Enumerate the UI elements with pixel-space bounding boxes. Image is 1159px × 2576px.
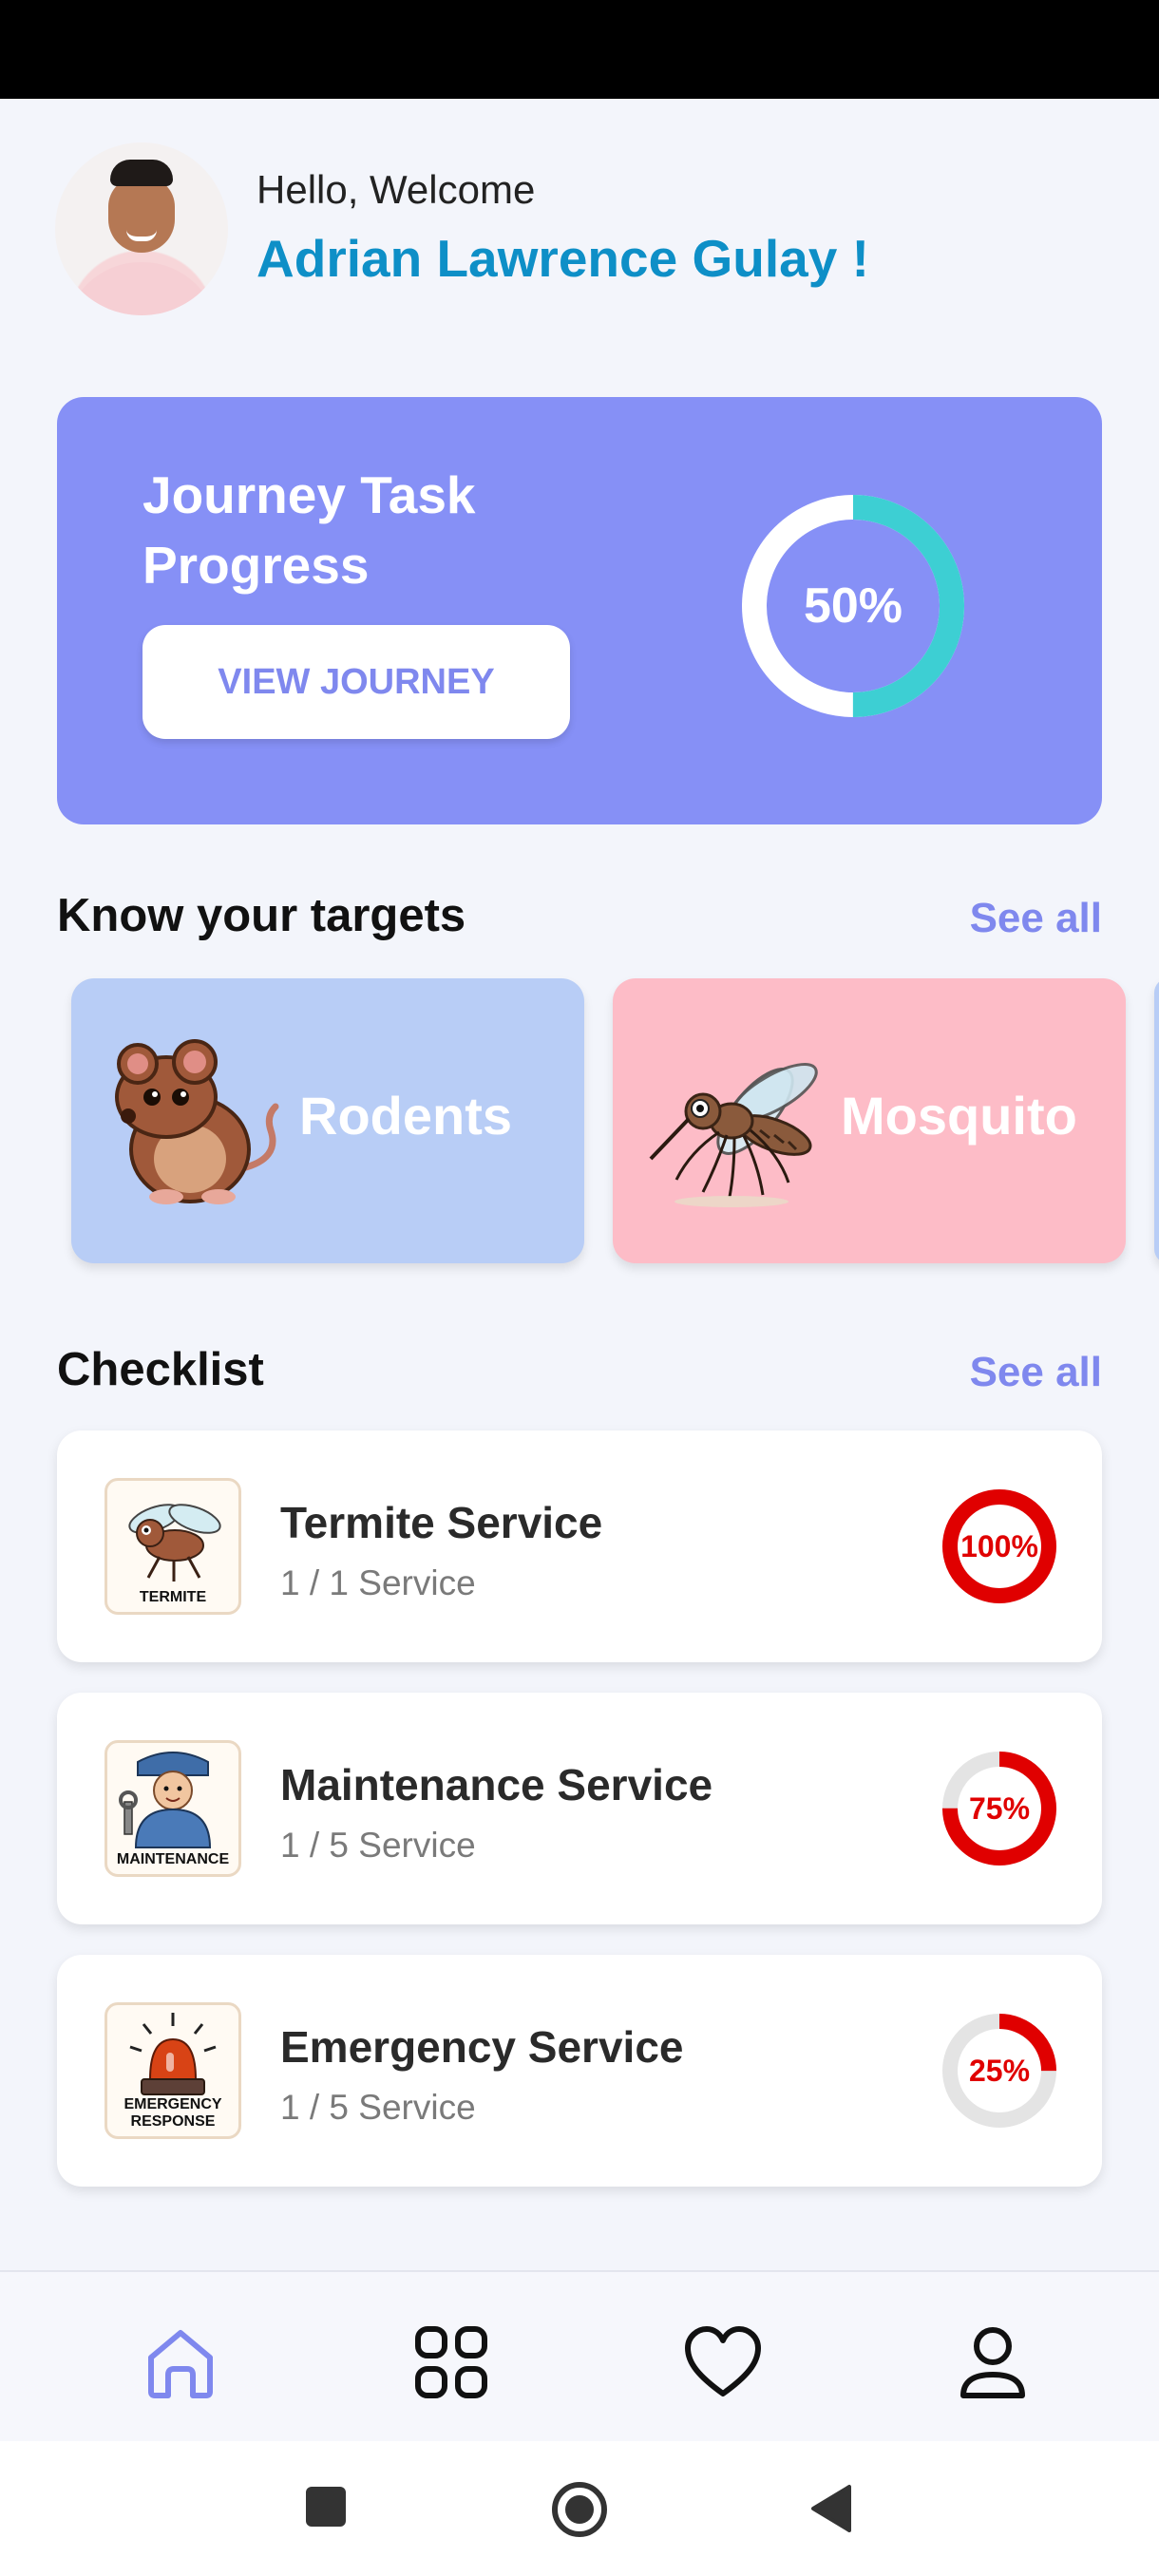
target-label-mosquito: Mosquito xyxy=(841,1086,1077,1146)
journey-progress-label: 50% xyxy=(803,578,903,634)
checklist-progress-label: 75% xyxy=(968,1791,1031,1826)
termite-thumbnail: TERMITE xyxy=(104,1478,241,1615)
back-button-icon[interactable] xyxy=(808,2483,855,2534)
profile-icon[interactable] xyxy=(950,2320,1036,2405)
journey-progress-card: Journey Task Progress VIEW JOURNEY 50% xyxy=(57,397,1102,824)
maintenance-thumbnail: MAINTENANCE xyxy=(104,1740,241,1877)
target-card-mosquito[interactable]: Mosquito xyxy=(613,978,1126,1263)
rodent-icon xyxy=(115,1039,279,1204)
bottom-navigation xyxy=(0,2270,1159,2441)
apps-grid-icon[interactable] xyxy=(408,2320,494,2405)
targets-see-all-link[interactable]: See all xyxy=(970,895,1102,942)
view-journey-button[interactable]: VIEW JOURNEY xyxy=(142,625,570,739)
home-icon[interactable] xyxy=(138,2320,223,2405)
checklist-progress-label: 100% xyxy=(960,1529,1038,1563)
welcome-header: Hello, Welcome Adrian Lawrence Gulay ! xyxy=(55,142,1100,315)
journey-title: Journey Task Progress xyxy=(142,465,476,595)
system-navigation-bar xyxy=(0,2441,1159,2576)
checklist-item-count: 1 / 5 Service xyxy=(280,2088,476,2127)
checklist-section-title: Checklist xyxy=(57,1344,264,1395)
mosquito-icon xyxy=(649,1063,818,1207)
target-card-next[interactable] xyxy=(1154,978,1159,1263)
emergency-thumbnail: EMERGENCY RESPONSE xyxy=(104,2002,241,2139)
checklist-item-name: Maintenance Service xyxy=(280,1760,713,1809)
user-name: Adrian Lawrence Gulay ! xyxy=(256,229,869,288)
checklist-item-count: 1 / 5 Service xyxy=(280,1826,476,1865)
checklist-card-emergency[interactable]: EMERGENCY RESPONSE Emergency Service 1 /… xyxy=(57,1955,1102,2187)
checklist-see-all-link[interactable]: See all xyxy=(970,1349,1102,1396)
checklist-card-maintenance[interactable]: MAINTENANCE Maintenance Service 1 / 5 Se… xyxy=(57,1693,1102,1924)
checklist-item-name: Termite Service xyxy=(280,1498,603,1547)
home-button-icon[interactable] xyxy=(549,2479,610,2540)
avatar[interactable] xyxy=(55,142,228,315)
heart-icon[interactable] xyxy=(680,2320,766,2405)
target-label-rodents: Rodents xyxy=(299,1086,512,1146)
checklist-progress-label: 25% xyxy=(968,2054,1031,2088)
emergency-caption: EMERGENCY RESPONSE xyxy=(124,2096,222,2130)
target-card-rodents[interactable]: Rodents xyxy=(71,978,584,1263)
checklist-card-termite[interactable]: TERMITE Termite Service 1 / 1 Service 10… xyxy=(57,1430,1102,1662)
greeting-text: Hello, Welcome xyxy=(256,167,536,212)
termite-caption: TERMITE xyxy=(139,1589,207,1605)
status-bar xyxy=(0,0,1159,99)
maintenance-caption: MAINTENANCE xyxy=(116,1851,230,1867)
targets-section-title: Know your targets xyxy=(57,890,466,941)
checklist-item-count: 1 / 1 Service xyxy=(280,1563,476,1602)
checklist-item-name: Emergency Service xyxy=(280,2022,684,2072)
recents-button-icon[interactable] xyxy=(304,2485,348,2529)
